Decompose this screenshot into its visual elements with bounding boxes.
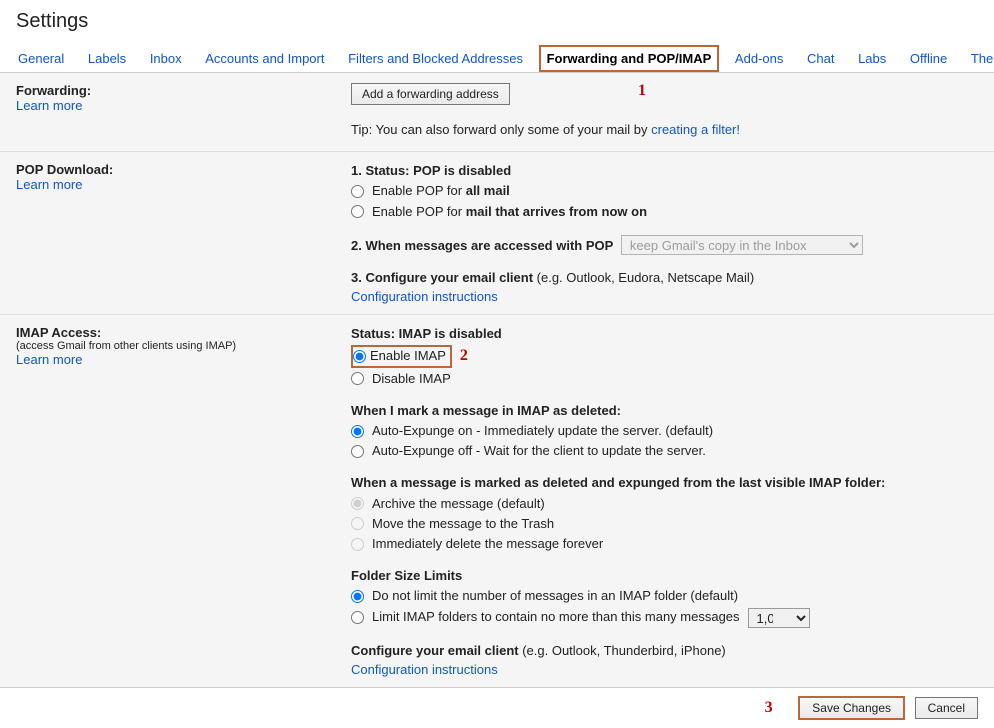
- pop-enable-all-radio[interactable]: [351, 185, 364, 198]
- tab-accounts[interactable]: Accounts and Import: [197, 45, 332, 72]
- imap-archive-label: Archive the message (default): [372, 495, 545, 513]
- pop-learn-more[interactable]: Learn more: [16, 177, 82, 192]
- pop-accessed-select[interactable]: keep Gmail's copy in the Inbox: [621, 235, 863, 255]
- tab-offline[interactable]: Offline: [902, 45, 955, 72]
- pop-arrives-bold: mail that arrives from now on: [466, 204, 647, 219]
- tab-chat[interactable]: Chat: [799, 45, 842, 72]
- pop-status: 1. Status: POP is disabled: [351, 162, 978, 180]
- imap-subtitle: (access Gmail from other clients using I…: [16, 340, 351, 352]
- imap-configure-title: Configure your email client: [351, 643, 522, 658]
- annotation-1: 1: [638, 82, 646, 100]
- pop-enable-arrives-radio[interactable]: [351, 205, 364, 218]
- imap-enable-highlight: Enable IMAP: [351, 345, 452, 367]
- imap-trash-label: Move the message to the Trash: [372, 515, 554, 533]
- tab-inbox[interactable]: Inbox: [142, 45, 190, 72]
- pop-enable-all-bold: all mail: [466, 183, 510, 198]
- imap-delete-label: Immediately delete the message forever: [372, 535, 603, 553]
- pop-enable-arrives-label: Enable POP for mail that arrives from no…: [372, 203, 647, 221]
- forwarding-learn-more[interactable]: Learn more: [16, 98, 82, 113]
- forwarding-title: Forwarding:: [16, 83, 351, 98]
- tab-filters[interactable]: Filters and Blocked Addresses: [340, 45, 531, 72]
- footer: 3 Save Changes Cancel: [0, 688, 994, 728]
- imap-trash-radio[interactable]: [351, 517, 364, 530]
- imap-auto-expunge-off-label: Auto-Expunge off - Wait for the client t…: [372, 442, 706, 460]
- tab-themes[interactable]: Themes: [963, 45, 994, 72]
- tab-labs[interactable]: Labs: [850, 45, 894, 72]
- imap-limit-radio[interactable]: [351, 611, 364, 624]
- imap-limit-select[interactable]: 1,000: [748, 608, 810, 628]
- imap-config-instructions[interactable]: Configuration instructions: [351, 662, 498, 677]
- imap-auto-expunge-on-radio[interactable]: [351, 425, 364, 438]
- pop-configure-suffix: (e.g. Outlook, Eudora, Netscape Mail): [537, 270, 755, 285]
- imap-deleted-title: When I mark a message in IMAP as deleted…: [351, 402, 978, 420]
- imap-disable-label: Disable IMAP: [372, 370, 451, 388]
- page-title: Settings: [0, 0, 994, 45]
- cancel-button[interactable]: Cancel: [915, 697, 978, 719]
- tab-labels[interactable]: Labels: [80, 45, 134, 72]
- forwarding-tip-text: Tip: You can also forward only some of y…: [351, 122, 651, 137]
- imap-status: Status: IMAP is disabled: [351, 325, 978, 343]
- save-changes-button[interactable]: Save Changes: [798, 696, 905, 720]
- pop-configure-title: 3. Configure your email client: [351, 270, 537, 285]
- imap-disable-radio[interactable]: [351, 372, 364, 385]
- imap-configure-suffix: (e.g. Outlook, Thunderbird, iPhone): [522, 643, 726, 658]
- imap-enable-label: Enable IMAP: [370, 347, 446, 365]
- imap-auto-expunge-on-label: Auto-Expunge on - Immediately update the…: [372, 422, 713, 440]
- annotation-3: 3: [765, 699, 773, 716]
- settings-content: Forwarding: Learn more Add a forwarding …: [0, 73, 994, 688]
- forwarding-create-filter-link[interactable]: creating a filter!: [651, 122, 740, 137]
- annotation-2: 2: [460, 345, 468, 367]
- imap-enable-radio[interactable]: [353, 350, 366, 363]
- imap-no-limit-label: Do not limit the number of messages in a…: [372, 587, 738, 605]
- tab-addons[interactable]: Add-ons: [727, 45, 791, 72]
- pop-enable-all-label: Enable POP for all mail: [372, 182, 510, 200]
- imap-no-limit-radio[interactable]: [351, 590, 364, 603]
- pop-accessed-label: 2. When messages are accessed with POP: [351, 238, 613, 253]
- section-forwarding: Forwarding: Learn more Add a forwarding …: [0, 73, 994, 151]
- imap-folder-title: Folder Size Limits: [351, 567, 978, 585]
- pop-title: POP Download:: [16, 162, 351, 177]
- pop-enable-all-prefix: Enable POP for: [372, 183, 466, 198]
- imap-learn-more[interactable]: Learn more: [16, 352, 82, 367]
- section-pop: POP Download: Learn more 1. Status: POP …: [0, 151, 994, 314]
- tab-general[interactable]: General: [10, 45, 72, 72]
- settings-tabs: General Labels Inbox Accounts and Import…: [0, 45, 994, 73]
- imap-title: IMAP Access:: [16, 325, 351, 340]
- tab-forwarding-pop-imap[interactable]: Forwarding and POP/IMAP: [539, 45, 720, 72]
- imap-auto-expunge-off-radio[interactable]: [351, 445, 364, 458]
- imap-limit-label: Limit IMAP folders to contain no more th…: [372, 608, 740, 626]
- pop-arrives-prefix: Enable POP for: [372, 204, 466, 219]
- add-forwarding-address-button[interactable]: Add a forwarding address: [351, 83, 510, 105]
- pop-config-instructions[interactable]: Configuration instructions: [351, 289, 498, 304]
- imap-delete-radio[interactable]: [351, 538, 364, 551]
- imap-archive-radio[interactable]: [351, 497, 364, 510]
- imap-expunged-title: When a message is marked as deleted and …: [351, 474, 978, 492]
- section-imap: IMAP Access: (access Gmail from other cl…: [0, 314, 994, 687]
